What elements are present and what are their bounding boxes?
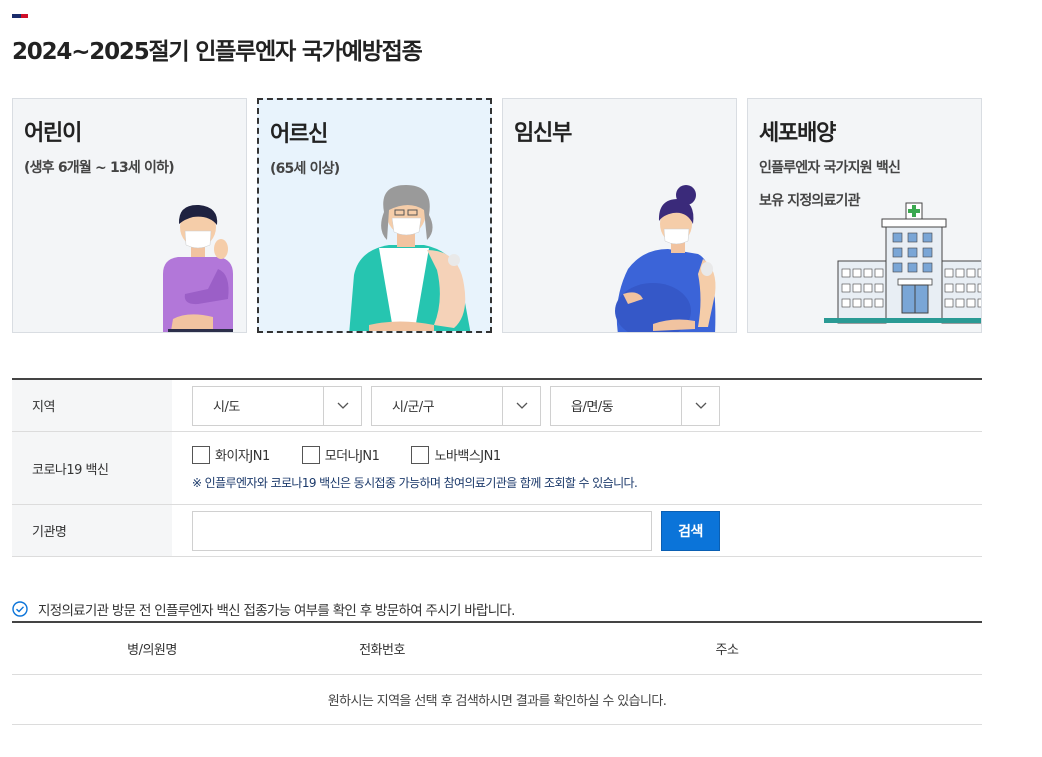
result-table: 병/의원명 전화번호 주소 원하시는 지역을 선택 후 검색하시면 결과를 확인…	[12, 621, 982, 725]
city-select-value: 시/군/구	[392, 400, 435, 415]
checkbox-label: 노바백스JN1	[434, 449, 501, 464]
town-select-value: 읍/면/동	[571, 400, 614, 415]
institution-name-input[interactable]	[192, 510, 652, 551]
town-select[interactable]: 읍/면/동	[550, 385, 720, 426]
city-select[interactable]: 시/군/구	[371, 385, 541, 426]
card-subtitle-line1: 인플루엔자 국가지원 백신	[759, 160, 901, 176]
notice-text: 지정의료기관 방문 전 인플루엔자 백신 접종가능 여부를 확인 후 방문하여 …	[38, 603, 515, 619]
card-title: 임신부	[514, 121, 572, 146]
card-title: 어르신	[270, 122, 328, 147]
card-pregnant[interactable]: 임신부	[502, 98, 737, 333]
checkbox-novavax[interactable]: 노바백스JN1	[411, 445, 501, 464]
province-select[interactable]: 시/도	[192, 385, 362, 426]
covid-vaccine-row: 코로나19 백신 화이자JN1 모더나JN1 노바백스JN1 ※ 인플루엔자와 …	[12, 432, 982, 505]
flag-icon	[12, 14, 28, 18]
result-table-header: 병/의원명 전화번호 주소	[12, 623, 982, 675]
target-group-cards: 어린이 (생후 6개월 ~ 13세 이하) 어르신 (65세 이상) 임신부 세…	[12, 98, 982, 333]
institution-label: 기관명	[12, 505, 172, 556]
card-title: 어린이	[24, 121, 82, 146]
institution-row: 기관명 검색	[12, 505, 982, 557]
search-button[interactable]: 검색	[661, 510, 720, 551]
card-subtitle-line2: 보유 지정의료기관	[759, 193, 861, 209]
checkbox-box[interactable]	[411, 445, 430, 464]
card-children[interactable]: 어린이 (생후 6개월 ~ 13세 이하)	[12, 98, 247, 333]
column-header-name: 병/의원명	[127, 643, 177, 658]
checkbox-box[interactable]	[192, 445, 210, 464]
checkbox-label: 모더나JN1	[324, 449, 380, 464]
column-header-address: 주소	[715, 643, 739, 658]
card-subtitle: (65세 이상)	[270, 161, 340, 177]
checkbox-box[interactable]	[301, 445, 320, 464]
card-title: 세포배양	[759, 121, 836, 146]
covid-note: ※ 인플루엔자와 코로나19 백신은 동시접종 가능하며 참여의료기관을 함께 …	[192, 476, 638, 490]
covid-vaccine-label: 코로나19 백신	[12, 432, 172, 504]
card-cell-culture[interactable]: 세포배양 인플루엔자 국가지원 백신 보유 지정의료기관	[747, 98, 982, 333]
chevron-down-icon	[502, 386, 540, 425]
notice: 지정의료기관 방문 전 인플루엔자 백신 접종가능 여부를 확인 후 방문하여 …	[12, 599, 515, 619]
region-label: 지역	[12, 380, 172, 431]
chevron-down-icon	[323, 386, 361, 425]
card-subtitle: 인플루엔자 국가지원 백신 보유 지정의료기관	[759, 152, 901, 218]
province-select-value: 시/도	[213, 400, 240, 415]
empty-result-message: 원하시는 지역을 선택 후 검색하시면 결과를 확인하실 수 있습니다.	[12, 675, 982, 725]
page-title: 2024~2025절기 인플루엔자 국가예방접종	[12, 39, 423, 65]
region-row: 지역 시/도 시/군/구 읍/면/동	[12, 380, 982, 432]
column-header-phone: 전화번호	[359, 643, 405, 658]
chevron-down-icon	[681, 386, 719, 425]
card-subtitle: (생후 6개월 ~ 13세 이하)	[24, 160, 175, 176]
search-form: 지역 시/도 시/군/구 읍/면/동 코로나19 백신 화이자JN1 모더나JN…	[12, 378, 982, 557]
checkbox-moderna[interactable]: 모더나JN1	[301, 445, 380, 464]
checkbox-pfizer[interactable]: 화이자JN1	[192, 445, 270, 464]
card-seniors[interactable]: 어르신 (65세 이상)	[257, 98, 492, 333]
checkbox-label: 화이자JN1	[215, 449, 270, 464]
check-circle-icon	[12, 601, 28, 617]
